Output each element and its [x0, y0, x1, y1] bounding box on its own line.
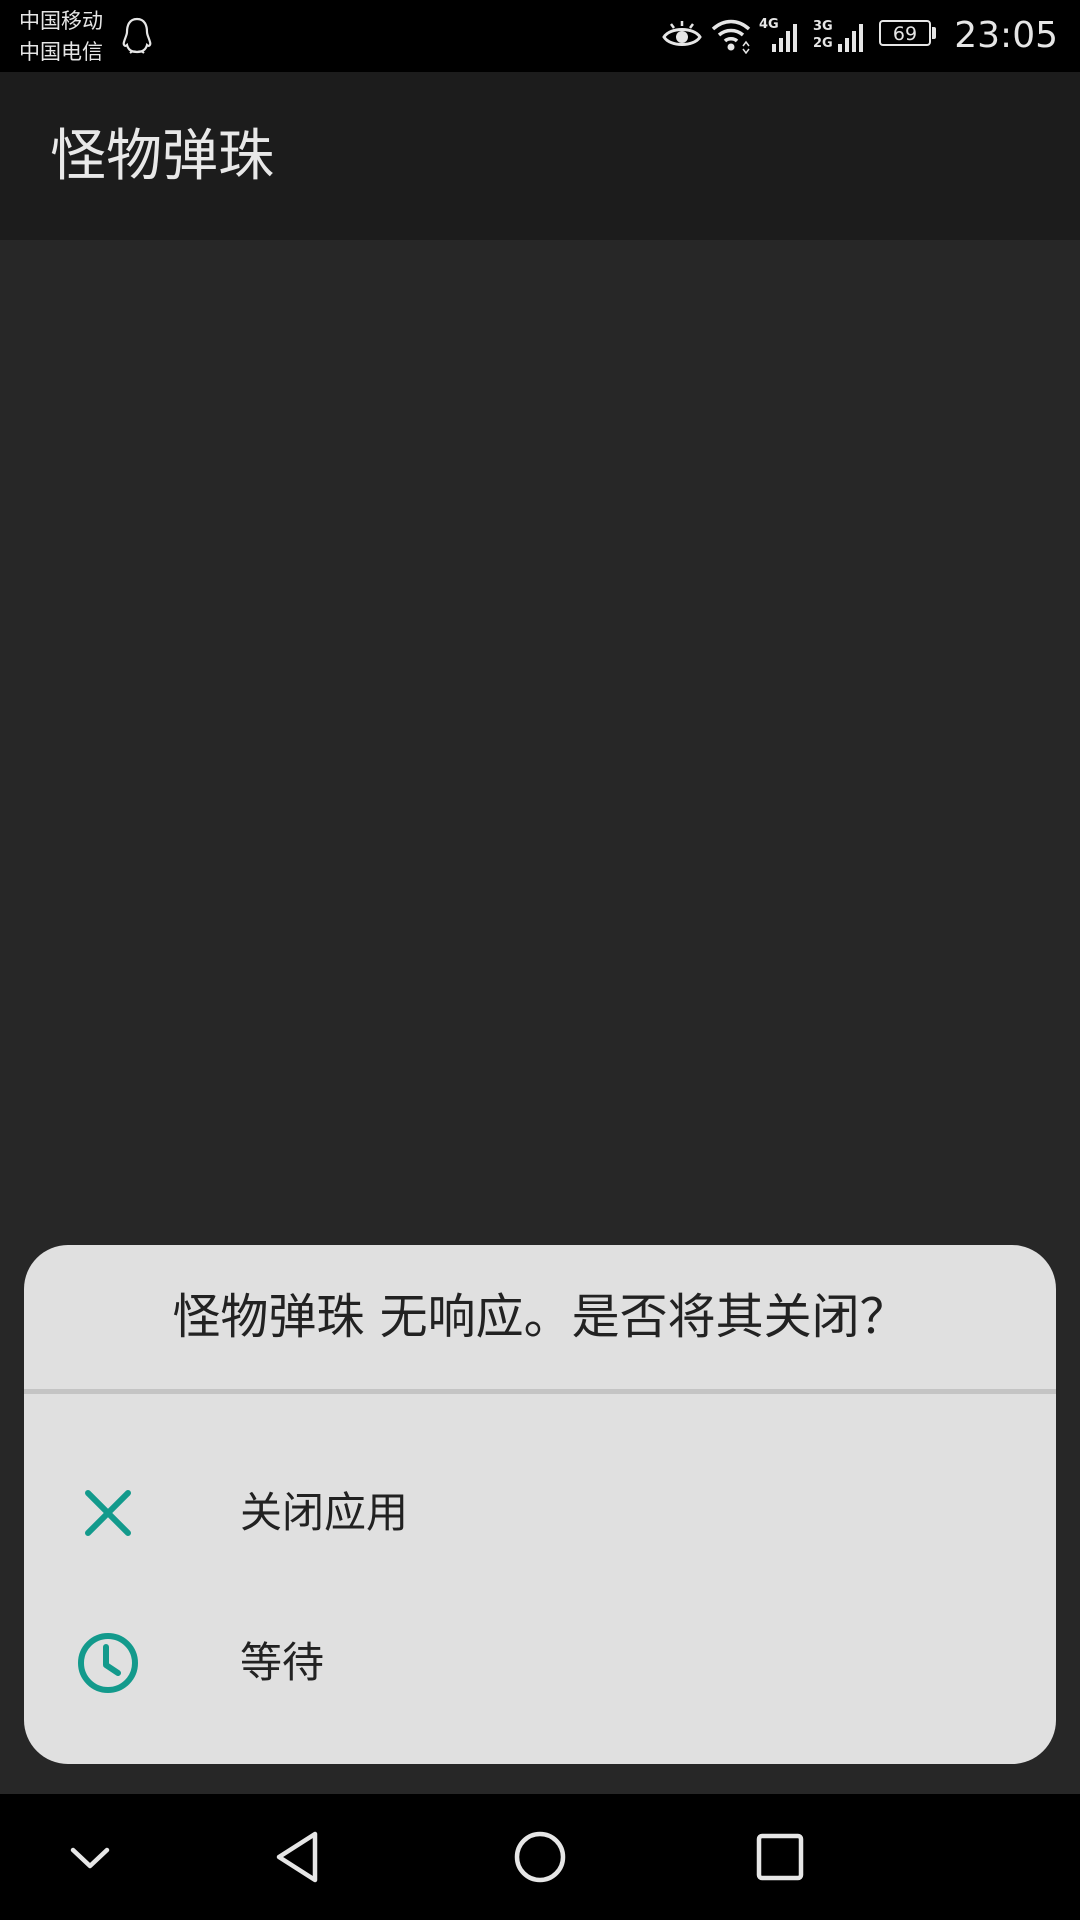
wait-label: 等待 — [240, 1638, 325, 1687]
navigation-bar — [0, 1794, 1080, 1920]
carrier-info: 中国移动 中国电信 — [19, 6, 103, 68]
qq-penguin-icon — [122, 17, 152, 54]
battery-indicator: 69 — [879, 20, 936, 48]
wait-button[interactable]: 等待 — [24, 1591, 1056, 1739]
home-icon[interactable] — [505, 1822, 575, 1892]
wifi-icon — [711, 19, 751, 54]
signal-2-label-bottom: 2G — [813, 36, 833, 51]
signal-4g-icon: 4G — [759, 17, 797, 52]
collapse-chevron-icon[interactable] — [55, 1822, 125, 1892]
signal-2-label-top: 3G — [813, 19, 833, 34]
dialog-divider — [24, 1389, 1056, 1394]
status-icons: 4G 3G 2G 69 23:05 — [650, 0, 1080, 72]
carrier-1: 中国移动 — [19, 9, 103, 33]
battery-level: 69 — [879, 20, 931, 46]
app-title: 怪物弹珠 — [50, 124, 274, 189]
app-bar: 怪物弹珠 — [0, 72, 1080, 240]
close-app-button[interactable]: 关闭应用 — [24, 1443, 1056, 1591]
close-icon — [85, 1490, 131, 1536]
recents-icon[interactable] — [745, 1822, 815, 1892]
carrier-2: 中国电信 — [19, 40, 103, 64]
clock-icon — [78, 1633, 138, 1693]
battery-tip — [932, 27, 936, 39]
close-app-label: 关闭应用 — [240, 1488, 409, 1537]
status-bar: 中国移动 中国电信 4G 3G 2G 69 23:05 — [0, 0, 1080, 72]
dialog-message: 怪物弹珠 无响应。是否将其关闭？ — [172, 1289, 908, 1345]
app-not-responding-dialog: 怪物弹珠 无响应。是否将其关闭？ 关闭应用 等待 — [24, 1245, 1056, 1764]
signal-1-label: 4G — [759, 17, 779, 32]
eye-comfort-icon — [662, 21, 702, 46]
back-icon[interactable] — [265, 1822, 335, 1892]
screen: 中国移动 中国电信 4G 3G 2G 69 23:05 怪物弹珠 怪物弹珠 无响… — [0, 0, 1080, 1920]
signal-3g-2g-icon: 3G 2G — [813, 19, 863, 52]
status-time: 23:05 — [954, 15, 1058, 56]
